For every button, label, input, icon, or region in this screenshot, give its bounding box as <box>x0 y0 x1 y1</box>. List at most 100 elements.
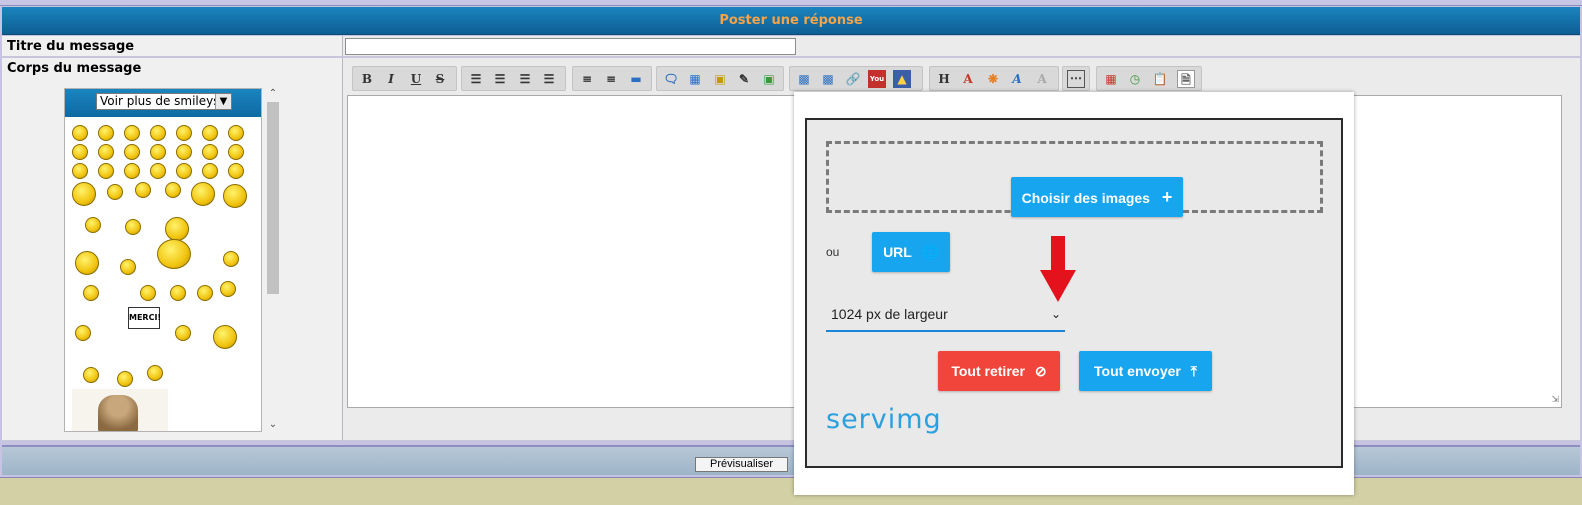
align-right-icon[interactable]: ☰ <box>516 70 534 88</box>
smiley-icon[interactable] <box>228 163 244 179</box>
italic-button[interactable]: I <box>382 70 400 88</box>
choose-images-label: Choisir des images <box>1021 190 1150 206</box>
font-icon[interactable]: A <box>1008 70 1026 88</box>
monkey-smiley[interactable] <box>72 389 168 431</box>
url-label: URL <box>883 244 912 260</box>
send-all-button[interactable]: Tout envoyer ⤒ <box>1079 351 1212 391</box>
smiley-icon[interactable] <box>72 125 88 141</box>
strike-button[interactable]: S <box>431 70 449 88</box>
smiley-icon[interactable] <box>107 184 123 200</box>
smiley-icon[interactable] <box>135 182 151 198</box>
bold-button[interactable]: B <box>358 70 376 88</box>
smiley-icon[interactable] <box>165 217 189 241</box>
smiley-icon[interactable] <box>83 285 99 301</box>
smiley-scrollbar[interactable]: ⌃ ⌄ <box>265 88 281 432</box>
spoiler-icon[interactable]: ▣ <box>711 70 729 88</box>
quote-icon[interactable]: 🗨 <box>662 70 680 88</box>
smiley-icon[interactable] <box>228 144 244 160</box>
scrollbar-thumb[interactable] <box>267 102 279 294</box>
smiley-icon[interactable] <box>223 251 239 267</box>
smiley-icon[interactable] <box>98 144 114 160</box>
color-icon[interactable]: ❋ <box>984 70 1002 88</box>
smiley-icon[interactable] <box>197 285 213 301</box>
resize-grip-icon[interactable]: ⇲ <box>1551 395 1559 405</box>
editor-toolbar: B I U S ☰ ☰ ☰ ☰ ≡ ≡ ▬ 🗨 ▦ ▣ ✎ ▣ ▩ ▩ 🔗 Yo… <box>347 63 1562 93</box>
scroll-down-icon[interactable]: ⌄ <box>265 419 281 430</box>
red-arrow-icon <box>1040 236 1076 302</box>
align-center-icon[interactable]: ☰ <box>491 70 509 88</box>
smiley-icon[interactable] <box>124 144 140 160</box>
smiley-icon[interactable] <box>83 367 99 383</box>
plus-icon: + <box>1161 187 1173 207</box>
align-left-icon[interactable]: ☰ <box>467 70 485 88</box>
date-icon[interactable]: ▦ <box>1102 70 1120 88</box>
smiley-icon[interactable] <box>157 239 191 269</box>
smiley-icon[interactable] <box>202 125 218 141</box>
smiley-icon[interactable] <box>72 144 88 160</box>
merci-sign-smiley[interactable]: MERCI! <box>128 307 161 329</box>
smiley-icon[interactable] <box>125 219 141 235</box>
smiley-icon[interactable] <box>75 325 91 341</box>
image-icon[interactable]: ▩ <box>795 70 813 88</box>
more-icon[interactable]: ⋯ <box>1067 70 1085 88</box>
smiley-icon[interactable] <box>147 365 163 381</box>
heading-button[interactable]: H <box>935 70 953 88</box>
smiley-icon[interactable] <box>220 281 236 297</box>
smiley-icon[interactable] <box>176 125 192 141</box>
smiley-icon[interactable] <box>72 182 96 206</box>
horizontal-rule-icon[interactable]: ▬ <box>627 70 645 88</box>
smiley-icon[interactable] <box>213 325 237 349</box>
smiley-icon[interactable] <box>165 182 181 198</box>
paste-icon[interactable]: 📋 <box>1151 70 1169 88</box>
source-icon[interactable]: 🗎 <box>1177 70 1195 88</box>
smiley-icon[interactable] <box>120 259 136 275</box>
smiley-icon[interactable] <box>124 125 140 141</box>
title-input[interactable] <box>345 38 796 55</box>
smiley-icon[interactable] <box>176 163 192 179</box>
more-smileys-label: Voir plus de smileys <box>100 94 220 108</box>
table-icon[interactable]: ▣ <box>760 70 778 88</box>
smiley-icon[interactable] <box>150 144 166 160</box>
remove-format-icon[interactable]: A <box>1033 70 1051 88</box>
font-size-icon[interactable]: A <box>959 70 977 88</box>
smiley-icon[interactable] <box>150 125 166 141</box>
smiley-icon[interactable] <box>175 325 191 341</box>
image-size-select[interactable]: 1024 px de largeur ⌄ <box>826 296 1065 332</box>
youtube-icon[interactable]: You <box>868 70 886 88</box>
time-icon[interactable]: ◷ <box>1126 70 1144 88</box>
smiley-icon[interactable] <box>228 125 244 141</box>
url-button[interactable]: URL 🌐 <box>872 232 950 272</box>
underline-button[interactable]: U <box>407 70 425 88</box>
smiley-icon[interactable] <box>202 144 218 160</box>
smiley-icon[interactable] <box>85 217 101 233</box>
numbered-list-icon[interactable]: ≡ <box>602 70 620 88</box>
smiley-icon[interactable] <box>191 182 215 206</box>
align-group: ☰ ☰ ☰ ☰ <box>461 66 566 91</box>
smiley-icon[interactable] <box>75 251 99 275</box>
hide-icon[interactable]: ✎ <box>735 70 753 88</box>
smiley-icon[interactable] <box>202 163 218 179</box>
smiley-icon[interactable] <box>98 125 114 141</box>
link-icon[interactable]: 🔗 <box>844 70 862 88</box>
host-image-icon[interactable]: ▩ <box>819 70 837 88</box>
align-justify-icon[interactable]: ☰ <box>540 70 558 88</box>
upload-icon: ⤒ <box>1190 363 1197 379</box>
smiley-icon[interactable] <box>124 163 140 179</box>
bullet-list-icon[interactable]: ≡ <box>578 70 596 88</box>
scroll-up-icon[interactable]: ⌃ <box>265 88 281 99</box>
smiley-icon[interactable] <box>170 285 186 301</box>
flash-icon[interactable]: ▲ <box>893 70 911 88</box>
smiley-icon[interactable] <box>150 163 166 179</box>
choose-images-button[interactable]: Choisir des images + <box>1011 177 1183 217</box>
smiley-icon[interactable] <box>98 163 114 179</box>
smiley-icon[interactable] <box>72 163 88 179</box>
drop-zone[interactable]: Choisir des images + <box>826 141 1323 217</box>
more-smileys-select[interactable]: Voir plus de smileys ▼ <box>96 93 232 110</box>
smiley-icon[interactable] <box>223 184 247 208</box>
preview-button[interactable]: Prévisualiser <box>695 457 788 472</box>
smiley-icon[interactable] <box>176 144 192 160</box>
code-icon[interactable]: ▦ <box>686 70 704 88</box>
smiley-icon[interactable] <box>140 285 156 301</box>
smiley-icon[interactable] <box>117 371 133 387</box>
remove-all-button[interactable]: Tout retirer ⊘ <box>938 351 1060 391</box>
